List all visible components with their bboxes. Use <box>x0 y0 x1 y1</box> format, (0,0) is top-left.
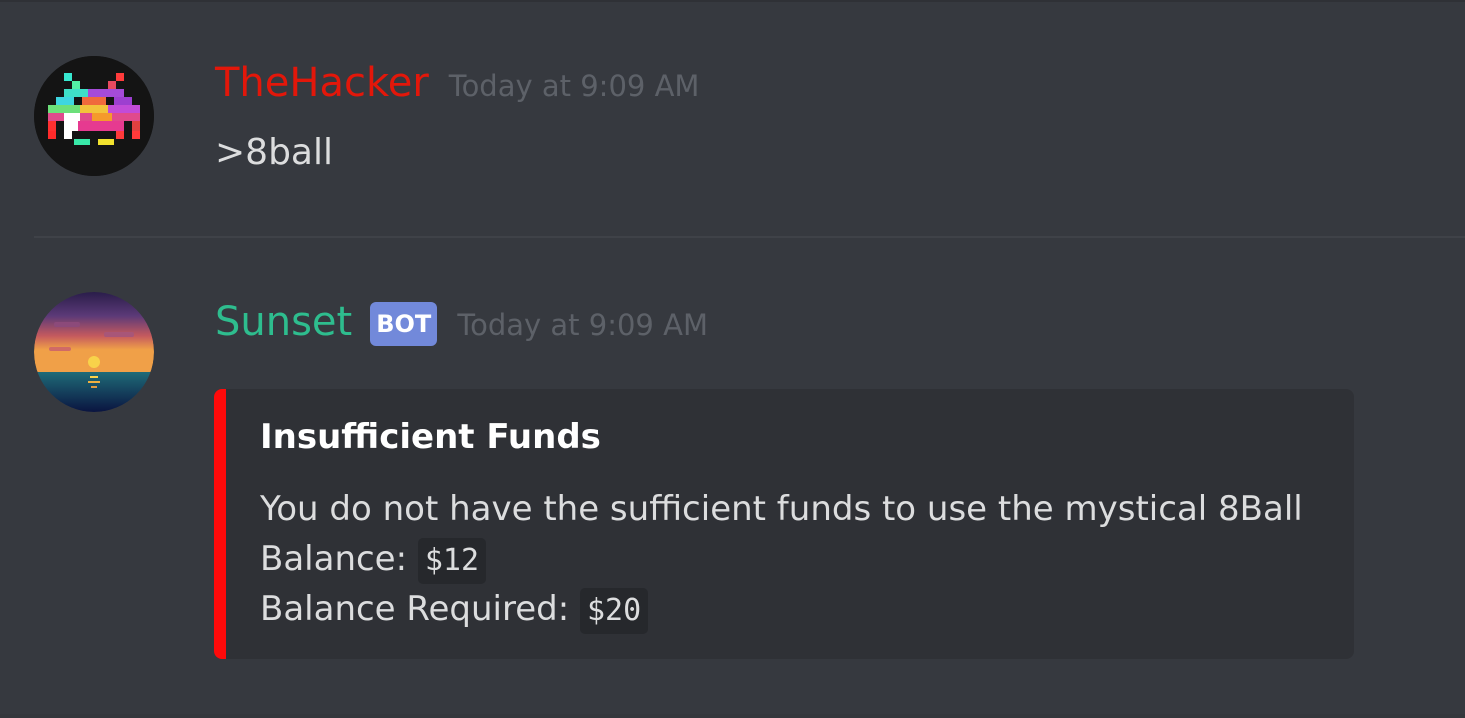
balance-label: Balance: <box>260 539 408 579</box>
embed-accent-bar <box>214 389 226 659</box>
sunset-avatar-icon[interactable] <box>34 292 154 412</box>
embed-required-line: Balance Required: $20 <box>260 584 1303 634</box>
required-label: Balance Required: <box>260 589 570 629</box>
embed-description: You do not have the sufficient funds to … <box>260 484 1303 634</box>
message-divider <box>34 236 1465 238</box>
message-header: TheHacker Today at 9:09 AM <box>215 58 699 108</box>
username[interactable]: Sunset <box>215 297 352 347</box>
message-header: Sunset BOT Today at 9:09 AM <box>215 297 708 347</box>
required-value: $20 <box>580 588 649 634</box>
timestamp: Today at 9:09 AM <box>457 308 708 342</box>
chat-area: TheHacker Today at 9:09 AM >8ball Sunset… <box>0 0 1465 718</box>
space-invader-icon[interactable] <box>34 56 154 176</box>
timestamp: Today at 9:09 AM <box>448 69 700 103</box>
top-divider <box>0 0 1465 2</box>
embed: Insufficient Funds You do not have the s… <box>214 389 1354 659</box>
bot-badge: BOT <box>370 302 438 346</box>
embed-balance-line: Balance: $12 <box>260 534 1303 584</box>
bottom-divider <box>0 714 1465 718</box>
message-content: >8ball <box>215 132 333 173</box>
embed-title: Insufficient Funds <box>260 417 601 457</box>
balance-value: $12 <box>417 538 487 584</box>
embed-line: You do not have the sufficient funds to … <box>260 489 1303 529</box>
username[interactable]: TheHacker <box>215 58 429 108</box>
